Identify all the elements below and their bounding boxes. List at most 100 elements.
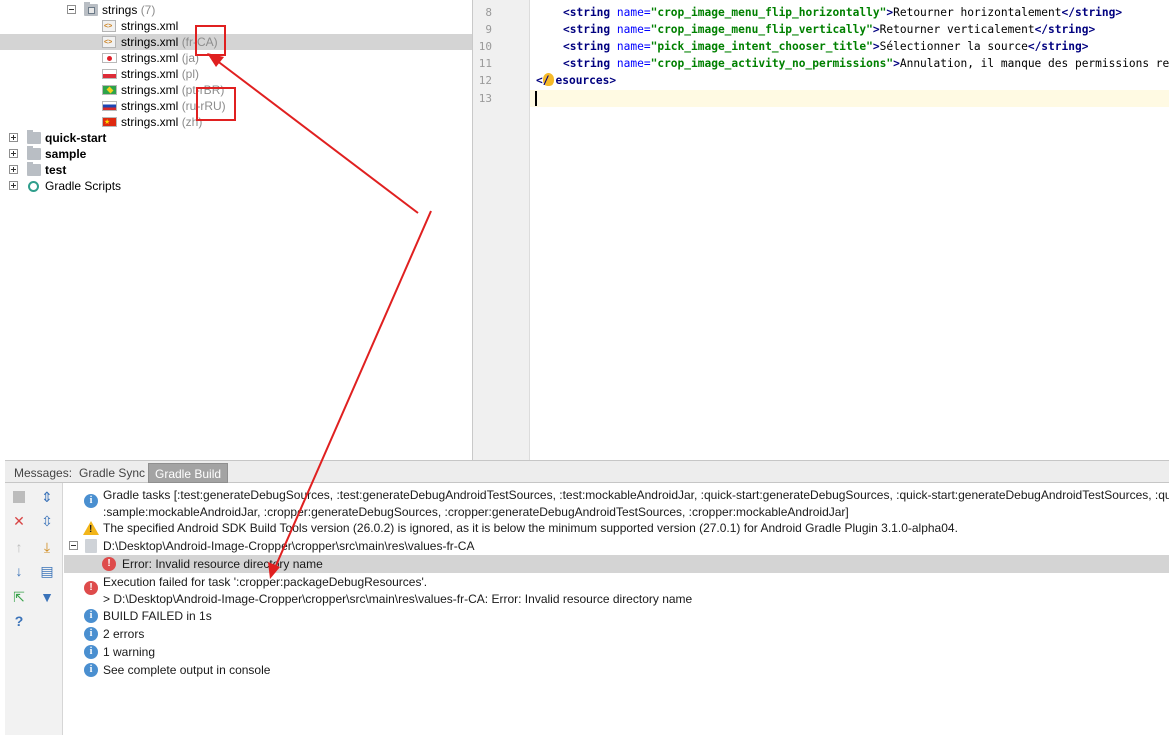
message-text-continued: > D:\Desktop\Android-Image-Cropper\cropp… [103,592,693,606]
message-row[interactable]: i 2 errors [64,625,1169,643]
filter-icon[interactable]: ▼ [39,589,55,605]
tool-window-tabbar: Messages: Gradle Sync Gradle Build [5,460,1169,483]
xml-tag: </string> [1061,6,1123,19]
message-row-file[interactable]: D:\Desktop\Android-Image-Cropper\cropper… [64,537,1169,555]
collapse-toggle-icon[interactable] [69,541,78,550]
tree-module-label: test [45,163,67,177]
info-icon: i [84,663,98,677]
error-icon: ! [84,581,98,595]
help-icon[interactable]: ? [11,613,27,629]
tree-module-sample[interactable]: sample [0,146,472,162]
xml-text: Annulation, il manque des permissions re… [899,57,1169,70]
code-editor[interactable]: 8 9 10 11 12 13 <string name="crop_image… [473,0,1169,460]
xml-tag: <string [563,6,611,19]
resource-folder-icon [84,2,98,16]
code-line: <string name="crop_image_menu_flip_horiz… [563,6,1123,19]
message-row[interactable]: i BUILD FAILED in 1s [64,607,1169,625]
navigate-icon[interactable]: ⇱ [11,589,27,605]
message-text: Error: Invalid resource directory name [122,557,323,571]
messages-toolbar: ⇕ ✕ ⇳ ↑ ⤓ ↓ ▤ ⇱ ▼ ? [5,483,63,735]
stop-icon[interactable] [11,489,27,505]
message-row[interactable]: ! Execution failed for task ':cropper:pa… [64,573,1169,607]
tree-file-strings-zh[interactable]: strings.xml (zh) [0,114,472,131]
flag-ru-icon [102,101,117,111]
tree-file-strings-default[interactable]: strings.xml [0,18,472,34]
tree-node-count: (7) [140,3,156,17]
text-caret [535,91,537,106]
line-number: 12 [478,74,492,87]
close-icon[interactable]: ✕ [11,513,27,529]
tree-module-test[interactable]: test [0,162,472,178]
xml-text: Sélectionner la source [879,40,1028,53]
tree-node-label: strings [102,3,138,17]
message-row-selected[interactable]: ! Error: Invalid resource directory name [64,555,1169,573]
xml-attr-value: crop_image_menu_flip_horizontally [657,6,880,19]
xml-file-icon [102,20,116,32]
tree-module-quick-start[interactable]: quick-start [0,130,472,146]
expand-toggle-icon[interactable] [9,133,18,142]
collapse-toggle-icon[interactable] [67,5,76,14]
expand-toggle-icon[interactable] [9,165,18,174]
annotation-box-ru-rru [196,87,236,121]
error-icon: ! [102,557,116,571]
module-folder-icon [27,146,41,160]
code-line: <string name="crop_image_menu_flip_verti… [563,23,1096,36]
tab-gradle-sync[interactable]: Gradle Sync [73,463,151,483]
expand-toggle-icon[interactable] [9,149,18,158]
xml-tag: <string [563,40,611,53]
message-text: Execution failed for task ':cropper:pack… [103,575,428,589]
line-number: 8 [485,6,492,19]
xml-tag: </string> [1027,40,1089,53]
message-row[interactable]: i 1 warning [64,643,1169,661]
line-number: 10 [478,40,492,53]
tree-module-label: quick-start [45,131,107,145]
collapse-all-icon[interactable]: ⇳ [39,513,55,529]
code-line: </ esources> [536,72,616,89]
tab-gradle-build[interactable]: Gradle Build [148,463,229,483]
tree-file-strings-pl[interactable]: strings.xml (pl) [0,66,472,82]
xml-tag: </ [536,74,550,87]
flag-pl-icon [102,69,117,79]
xml-text: Retourner horizontalement [893,6,1062,19]
xml-tag: <string [563,57,611,70]
previous-message-icon[interactable]: ↑ [11,539,27,555]
tree-module-label: sample [45,147,87,161]
expand-all-icon[interactable]: ⇕ [39,489,55,505]
tree-gradle-scripts[interactable]: Gradle Scripts [0,178,472,194]
flag-cn-icon [102,115,117,131]
tree-file-strings-ja[interactable]: strings.xml (ja) [0,50,472,66]
tree-file-strings-pt-rbr[interactable]: strings.xml (pt-rBR) [0,82,472,98]
xml-tag: esources> [555,74,617,87]
flag-jp-icon [102,53,117,63]
message-text: 1 warning [103,645,156,659]
tree-file-strings-ru-rru[interactable]: strings.xml (ru-rRU) [0,98,472,114]
xml-attr: name= [610,40,651,53]
line-number: 13 [478,92,492,105]
tree-file-qualifier: (pl) [181,67,200,81]
info-icon: i [84,627,98,641]
file-icon [85,539,97,553]
message-row[interactable]: i See complete output in console [64,661,1169,679]
tree-file-label: strings.xml [121,35,179,49]
project-tree: strings (7) strings.xml strings.xml (fr-… [0,0,473,460]
info-icon: i [84,609,98,623]
current-line-highlight [530,90,1169,107]
annotation-box-fr-ca [195,25,226,56]
flag-br-icon [102,85,117,95]
tree-file-label: strings.xml [121,83,179,97]
xml-attr: name= [610,6,651,19]
xml-attr-value: crop_image_activity_no_permissions [657,57,887,70]
tree-file-label: strings.xml [121,51,179,65]
tree-node-strings[interactable]: strings (7) [0,2,472,18]
expand-toggle-icon[interactable] [9,181,18,190]
code-line: <string name="pick_image_intent_chooser_… [563,40,1089,53]
tree-file-strings-fr-ca[interactable]: strings.xml (fr-CA) [0,34,472,50]
message-text: The specified Android SDK Build Tools ve… [103,521,958,535]
message-row[interactable]: ! The specified Android SDK Build Tools … [64,519,1169,537]
module-folder-icon [27,130,41,144]
message-row[interactable]: i Gradle tasks [:test:generateDebugSourc… [64,486,1169,520]
export-icon[interactable]: ⤓ [39,539,55,555]
preview-icon[interactable]: ▤ [39,563,55,579]
info-icon: i [84,645,98,659]
next-message-icon[interactable]: ↓ [11,563,27,579]
